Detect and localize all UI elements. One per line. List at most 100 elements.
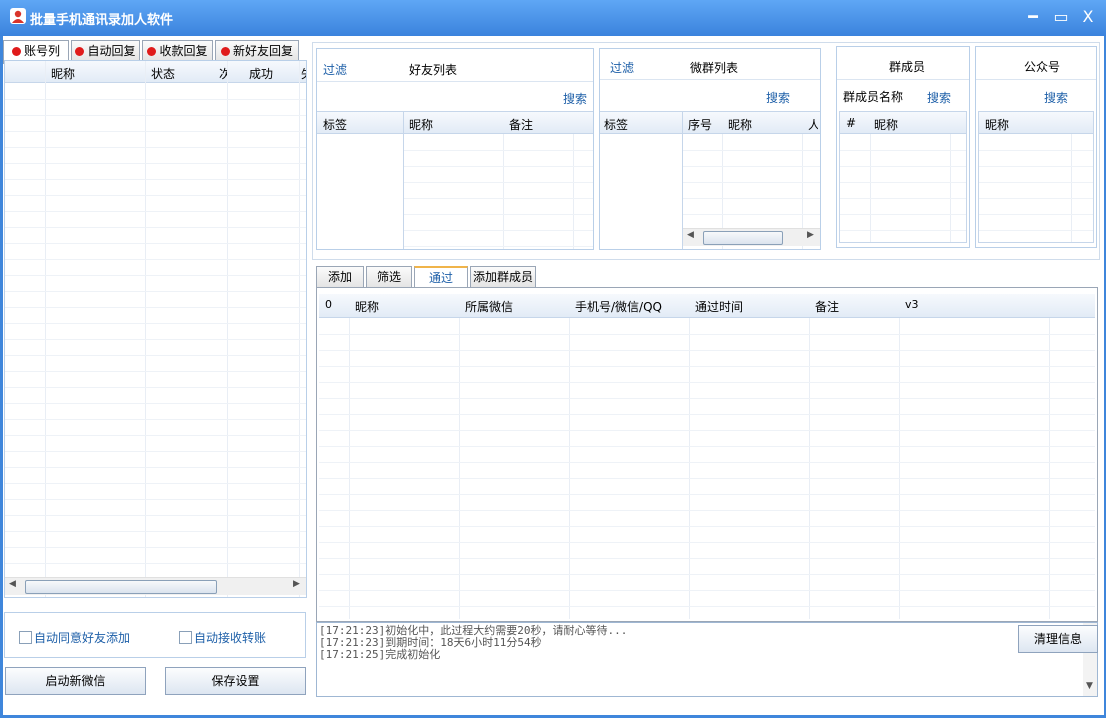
- grid-row-line: [979, 230, 1093, 231]
- grid-row-line: [5, 499, 306, 500]
- grid-row-line: [5, 259, 306, 260]
- friends-rows: [404, 134, 593, 248]
- grid-row-line: [5, 467, 306, 468]
- horizontal-scrollbar[interactable]: ◀ ▶: [5, 577, 306, 595]
- scroll-right-icon[interactable]: ▶: [293, 579, 300, 589]
- column-header[interactable]: #: [846, 116, 856, 130]
- official-accounts-panel: 公众号 搜索 昵称: [975, 46, 1097, 248]
- column-header[interactable]: 人: [808, 116, 818, 133]
- scroll-left-icon[interactable]: ◀: [9, 579, 16, 589]
- window-title: 批量手机通讯录加人软件: [30, 13, 174, 28]
- members-table-header: # 昵称: [840, 112, 966, 134]
- column-header[interactable]: 序号: [688, 116, 712, 133]
- checkbox-icon[interactable]: [19, 631, 32, 644]
- members-panel: 群成员 群成员名称 搜索 # 昵称: [836, 46, 970, 248]
- friends-table-header: 标签 昵称 备注: [317, 112, 593, 134]
- grid-row-line: [404, 166, 593, 167]
- grid-row-line: [5, 435, 306, 436]
- official-search-button[interactable]: 搜索: [1044, 89, 1068, 106]
- clear-info-button[interactable]: 清理信息: [1018, 625, 1098, 653]
- grid-row-line: [840, 182, 966, 183]
- grid-row-line: [319, 446, 1095, 447]
- groups-table-header: 标签 序号 昵称 人: [600, 112, 820, 134]
- column-header[interactable]: 昵称: [985, 116, 1009, 133]
- grid-row-line: [319, 398, 1095, 399]
- groups-search-button[interactable]: 搜索: [766, 89, 790, 106]
- grid-row-line: [5, 339, 306, 340]
- passed-table[interactable]: 0 昵称 所属微信 手机号/微信/QQ 通过时间 备注 v3: [319, 294, 1095, 619]
- grid-row-line: [5, 131, 306, 132]
- grid-row-line: [5, 147, 306, 148]
- passed-table-header: 0 昵称 所属微信 手机号/微信/QQ 通过时间 备注 v3: [319, 294, 1095, 318]
- auto-receive-transfer-checkbox[interactable]: 自动接收转账: [179, 629, 266, 646]
- column-header[interactable]: 0: [325, 298, 332, 311]
- column-header[interactable]: 成功: [249, 65, 273, 82]
- column-header[interactable]: 备注: [509, 116, 533, 133]
- column-header[interactable]: 次: [219, 65, 227, 82]
- log-area[interactable]: [17:21:23]初始化中，此过程大约需要20秒，请耐心等待... [17:2…: [316, 622, 1098, 697]
- column-header[interactable]: 手机号/微信/QQ: [575, 298, 662, 315]
- grid-row-line: [5, 211, 306, 212]
- grid-row-line: [5, 483, 306, 484]
- tab-payment-reply[interactable]: 收款回复: [142, 40, 213, 62]
- maximize-button[interactable]: ▭: [1050, 6, 1072, 28]
- grid-row-line: [5, 547, 306, 548]
- members-search-button[interactable]: 搜索: [927, 89, 951, 106]
- start-wechat-button[interactable]: 启动新微信: [5, 667, 146, 695]
- column-header[interactable]: 备注: [815, 298, 839, 315]
- official-table[interactable]: 昵称: [978, 111, 1094, 243]
- save-settings-button[interactable]: 保存设置: [165, 667, 306, 695]
- column-header[interactable]: 昵称: [355, 298, 379, 315]
- column-header[interactable]: 失: [301, 65, 306, 82]
- grid-row-line: [319, 462, 1095, 463]
- groups-table[interactable]: 标签 序号 昵称 人 ◀ ▶: [600, 111, 820, 249]
- tab-add[interactable]: 添加: [316, 266, 364, 288]
- friends-filter-label[interactable]: 过滤: [323, 61, 347, 78]
- grid-row-line: [979, 198, 1093, 199]
- column-header[interactable]: 昵称: [874, 116, 898, 133]
- column-header[interactable]: 昵称: [409, 116, 433, 133]
- column-header[interactable]: 通过时间: [695, 298, 743, 315]
- scroll-right-icon[interactable]: ▶: [807, 230, 814, 240]
- options-box: 自动同意好友添加 自动接收转账: [4, 612, 306, 658]
- members-table[interactable]: # 昵称: [839, 111, 967, 243]
- status-dot-icon: [11, 47, 21, 56]
- checkbox-icon[interactable]: [179, 631, 192, 644]
- tab-auto-reply[interactable]: 自动回复: [71, 40, 140, 62]
- grid-row-line: [683, 150, 820, 151]
- grid-row-line: [979, 214, 1093, 215]
- column-header[interactable]: 昵称: [728, 116, 752, 133]
- column-header[interactable]: 所属微信: [465, 298, 513, 315]
- column-header[interactable]: 标签: [604, 116, 628, 133]
- tab-new-friend-reply[interactable]: 新好友回复: [215, 40, 299, 62]
- friends-panel-title: 好友列表: [409, 63, 458, 77]
- scrollbar-thumb[interactable]: [703, 231, 783, 245]
- members-panel-title: 群成员: [889, 60, 926, 74]
- grid-row-line: [5, 115, 306, 116]
- tab-add-group-members[interactable]: 添加群成员: [470, 266, 536, 288]
- grid-row-line: [5, 307, 306, 308]
- grid-row-line: [683, 182, 820, 183]
- column-header[interactable]: 状态: [151, 65, 175, 82]
- members-name-label: 群成员名称: [843, 90, 904, 104]
- friends-search-button[interactable]: 搜索: [563, 90, 587, 107]
- grid-row-line: [319, 526, 1095, 527]
- column-header[interactable]: v3: [905, 298, 919, 311]
- friends-table[interactable]: 标签 昵称 备注: [317, 111, 593, 249]
- groups-panel-title: 微群列表: [690, 61, 739, 75]
- scroll-left-icon[interactable]: ◀: [687, 230, 694, 240]
- groups-filter-label[interactable]: 过滤: [610, 59, 634, 76]
- scrollbar-thumb[interactable]: [25, 580, 217, 594]
- scroll-down-icon[interactable]: ▼: [1086, 681, 1093, 691]
- auto-accept-friend-checkbox[interactable]: 自动同意好友添加: [19, 629, 130, 646]
- close-button[interactable]: X: [1077, 6, 1099, 28]
- tab-filter[interactable]: 筛选: [366, 266, 412, 288]
- groups-horizontal-scrollbar[interactable]: ◀ ▶: [683, 228, 820, 246]
- grid-row-line: [5, 323, 306, 324]
- column-header[interactable]: 标签: [323, 116, 347, 133]
- grid-row-line: [319, 334, 1095, 335]
- account-table[interactable]: 昵称 状态 次 成功 失 ◀ ▶: [4, 60, 307, 598]
- column-header[interactable]: 昵称: [51, 65, 75, 82]
- minimize-button[interactable]: ━: [1022, 6, 1044, 28]
- grid-row-line: [5, 451, 306, 452]
